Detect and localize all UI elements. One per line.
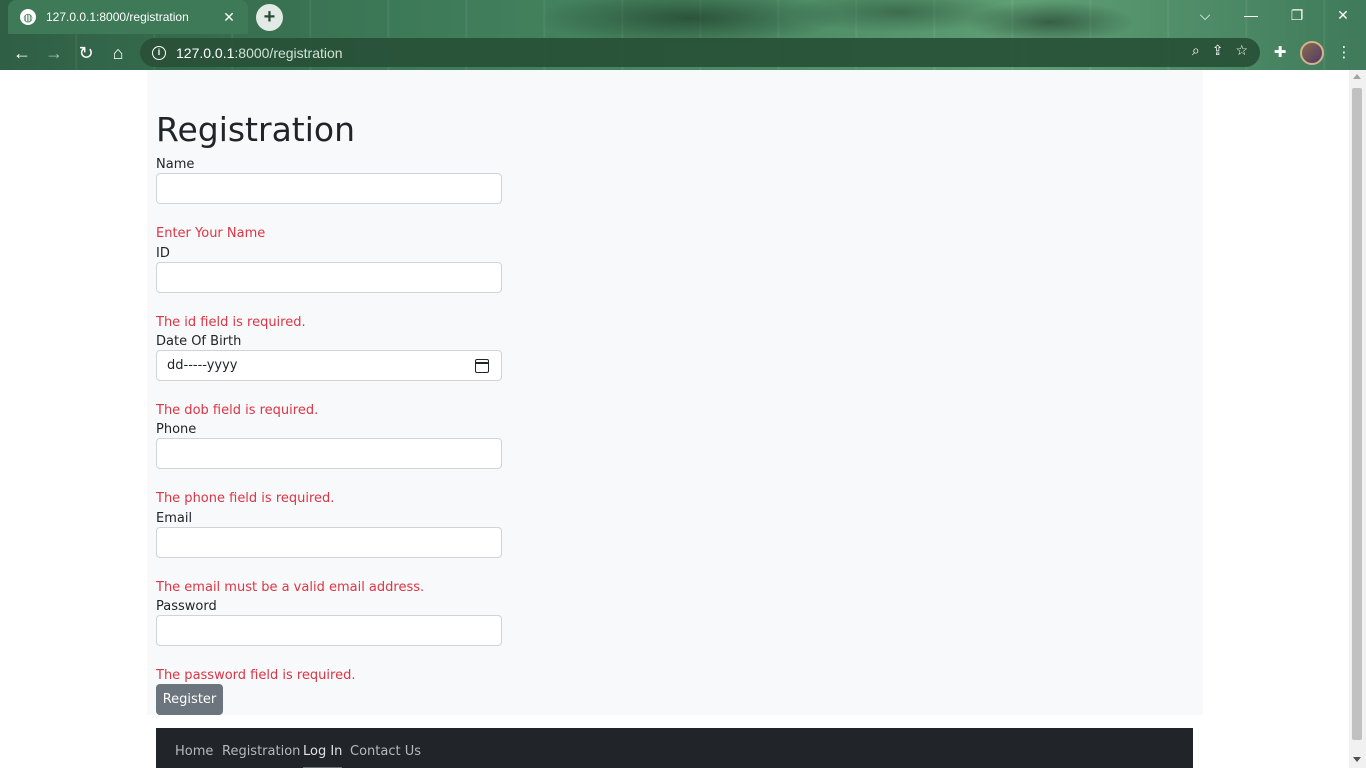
dob-error: The dob field is required. xyxy=(156,403,319,418)
register-button[interactable]: Register xyxy=(156,684,223,715)
forward-icon[interactable]: → xyxy=(42,41,66,65)
registration-form-container: Registration Name Enter Your Name ID The… xyxy=(147,70,1203,715)
tab-search-icon[interactable]: ⌵ xyxy=(1190,4,1220,26)
minimize-icon[interactable]: — xyxy=(1236,4,1266,26)
dob-label: Date Of Birth xyxy=(156,334,242,349)
restore-icon[interactable]: ❐ xyxy=(1282,4,1312,26)
scroll-up-arrow-icon[interactable] xyxy=(1353,74,1361,79)
bookmark-star-icon[interactable]: ☆ xyxy=(1235,42,1248,59)
id-input[interactable] xyxy=(156,262,502,293)
email-error: The email must be a valid email address. xyxy=(156,580,425,595)
calendar-icon[interactable] xyxy=(475,359,489,373)
profile-avatar[interactable] xyxy=(1300,41,1324,65)
page-viewport: Registration Name Enter Your Name ID The… xyxy=(0,70,1349,768)
url-host: 127.0.0.1 xyxy=(176,44,235,61)
browser-toolbar: ← → ↻ ⌂ i 127.0.0.1:8000/registration ⌕ … xyxy=(0,35,1366,70)
share-icon[interactable]: ⇪ xyxy=(1212,42,1224,59)
footer-link-login[interactable]: Log In xyxy=(303,744,343,768)
address-bar[interactable]: i 127.0.0.1:8000/registration ⌕ ⇪ ☆ xyxy=(140,38,1260,67)
scroll-thumb[interactable] xyxy=(1352,88,1362,740)
dob-placeholder: dd-----yyyy xyxy=(167,358,238,373)
back-icon[interactable]: ← xyxy=(10,41,34,65)
close-tab-icon[interactable]: ✕ xyxy=(220,8,238,26)
dob-input[interactable]: dd-----yyyy xyxy=(156,350,502,381)
phone-input[interactable] xyxy=(156,438,502,469)
email-label: Email xyxy=(156,511,193,526)
zoom-icon[interactable]: ⌕ xyxy=(1192,42,1200,59)
new-tab-button[interactable]: + xyxy=(256,4,283,31)
scroll-down-arrow-icon[interactable] xyxy=(1353,757,1361,762)
name-input[interactable] xyxy=(156,173,502,204)
phone-label: Phone xyxy=(156,422,197,437)
page-scrollbar[interactable] xyxy=(1349,70,1366,768)
footer-link-home[interactable]: Home xyxy=(175,744,213,759)
extensions-icon[interactable]: ✚ xyxy=(1268,41,1292,65)
browser-chrome: ◍ 127.0.0.1:8000/registration ✕ + ⌵ — ❐ … xyxy=(0,0,1366,70)
globe-icon: ◍ xyxy=(20,9,36,25)
window-close-icon[interactable]: ✕ xyxy=(1328,4,1358,26)
footer-link-contact[interactable]: Contact Us xyxy=(350,744,421,759)
reload-icon[interactable]: ↻ xyxy=(74,41,98,65)
phone-error: The phone field is required. xyxy=(156,491,335,506)
home-icon[interactable]: ⌂ xyxy=(106,41,130,65)
password-error: The password field is required. xyxy=(156,668,356,683)
site-info-icon[interactable]: i xyxy=(152,45,166,60)
page-title: Registration xyxy=(156,110,355,149)
name-error: Enter Your Name xyxy=(156,226,266,241)
url-path: :8000/registration xyxy=(234,44,343,61)
browser-menu-icon[interactable]: ⋮ xyxy=(1332,41,1356,65)
id-label: ID xyxy=(156,246,170,261)
id-error: The id field is required. xyxy=(156,315,306,330)
email-input[interactable] xyxy=(156,527,502,558)
browser-tab[interactable]: ◍ 127.0.0.1:8000/registration ✕ xyxy=(8,0,248,34)
footer-link-registration[interactable]: Registration xyxy=(222,744,300,759)
password-input[interactable] xyxy=(156,615,502,646)
name-label: Name xyxy=(156,157,195,172)
password-label: Password xyxy=(156,599,217,614)
tab-title: 127.0.0.1:8000/registration xyxy=(46,10,189,24)
footer-nav: Home Registration Log In Contact Us xyxy=(156,728,1193,768)
